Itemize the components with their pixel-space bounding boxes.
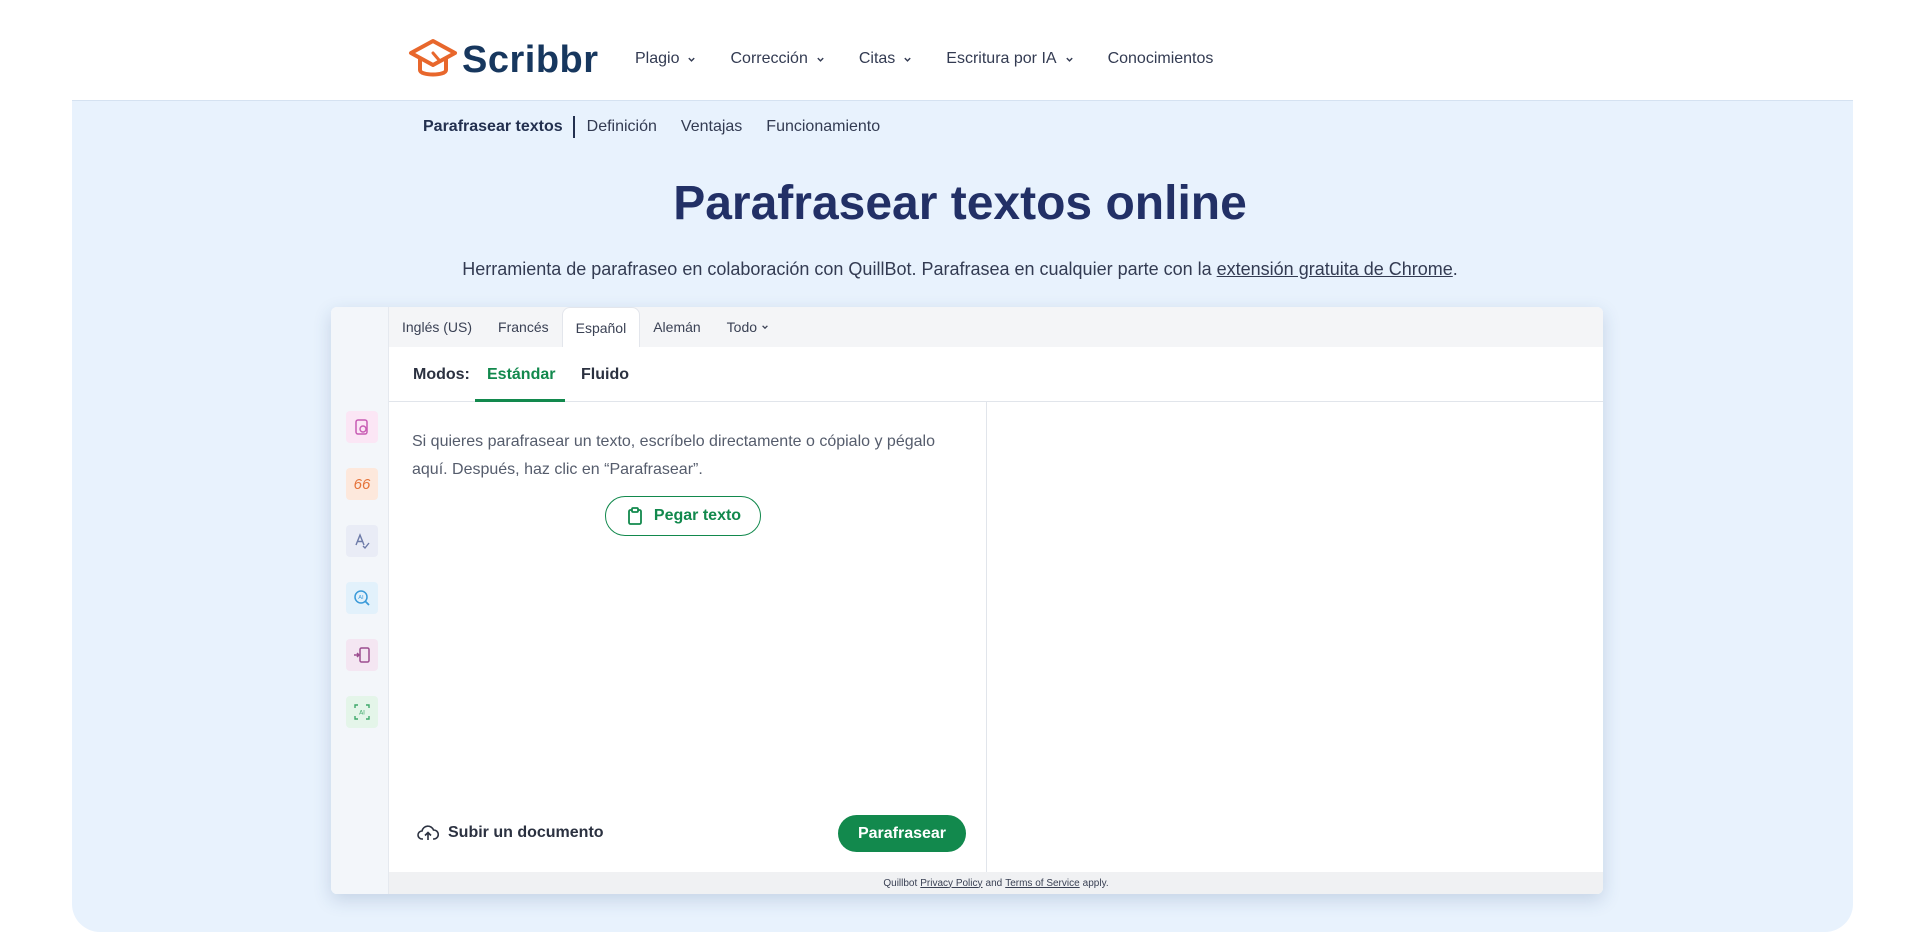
nav-item-plagio[interactable]: Plagio	[635, 50, 696, 68]
paraphraser-icon	[355, 419, 368, 435]
chevron-down-icon	[904, 57, 912, 62]
footer-suffix: apply.	[1082, 877, 1109, 889]
tab-todo-dropdown[interactable]: Todo	[714, 307, 782, 347]
translator-icon[interactable]	[346, 639, 378, 671]
paste-text-button[interactable]: Pegar texto	[605, 496, 761, 536]
paraphraser-tool: 66 AI AI Inglés (US) Francés Español Ale…	[331, 307, 1603, 894]
mode-fluido[interactable]: Fluido	[581, 366, 629, 384]
subtitle-text: Herramienta de parafraseo en colaboració…	[462, 259, 1217, 279]
subnav-separator	[572, 116, 575, 138]
subnav-item-funcionamiento[interactable]: Funcionamiento	[766, 118, 880, 136]
subtitle-suffix: .	[1452, 259, 1458, 279]
grammar-icon	[355, 533, 370, 550]
quote-icon[interactable]: 66	[346, 468, 378, 500]
tab-aleman[interactable]: Alemán	[640, 307, 713, 347]
nav-item-label: Corrección	[730, 50, 808, 67]
tab-frances[interactable]: Francés	[485, 307, 562, 347]
scribbr-logo[interactable]: Scribbr	[408, 38, 599, 82]
top-navigation: Scribbr Plagio Corrección Citas Escritur…	[0, 0, 1920, 100]
paraphrase-button[interactable]: Parafrasear	[838, 815, 966, 852]
translator-icon	[354, 647, 370, 663]
terms-of-service-link[interactable]: Terms of Service	[1005, 878, 1079, 889]
sub-navigation: Parafrasear textos Definición Ventajas F…	[423, 116, 904, 138]
clipboard-icon	[628, 507, 642, 525]
page-title: Parafrasear textos online	[673, 177, 1247, 230]
nav-item-label: Conocimientos	[1107, 50, 1214, 67]
graduation-cap-logo-icon	[409, 39, 457, 77]
nav-item-label: Escritura por IA	[946, 50, 1057, 67]
tab-label: Todo	[726, 319, 758, 335]
paraphrase-button-label: Parafrasear	[857, 824, 947, 842]
tab-label: Francés	[498, 319, 549, 335]
privacy-policy-link[interactable]: Privacy Policy	[920, 878, 982, 889]
modes-label: Modos:	[413, 366, 470, 383]
input-placeholder: Si quieres parafrasear un texto, escríbe…	[412, 433, 935, 478]
ai-detector-icon: AI	[354, 590, 370, 606]
subnav-item-definicion[interactable]: Definición	[587, 118, 657, 136]
chevron-down-icon	[762, 325, 768, 330]
nav-item-conocimientos[interactable]: Conocimientos	[1108, 50, 1214, 68]
quote-icon-label: 66	[353, 475, 371, 493]
chevron-down-icon	[817, 57, 824, 62]
output-pane	[988, 402, 1603, 872]
tab-label: Alemán	[653, 319, 701, 335]
divider	[72, 100, 1853, 101]
tool-footer: Quillbot Privacy Policy and Terms of Ser…	[389, 872, 1603, 894]
svg-text:AI: AI	[358, 595, 364, 601]
brand-name: Scribbr	[462, 38, 599, 81]
nav-item-escritura-ia[interactable]: Escritura por IA	[946, 50, 1073, 68]
upload-document-button[interactable]: Subir un documento	[417, 822, 604, 844]
ai-humanizer-icon[interactable]: AI	[346, 696, 378, 728]
tab-espanol[interactable]: Español	[561, 307, 641, 347]
chrome-extension-link[interactable]: extensión gratuita de Chrome	[1217, 259, 1453, 279]
cloud-upload-icon	[417, 825, 439, 840]
paste-text-label: Pegar texto	[653, 507, 742, 524]
tool-sidebar: 66 AI AI	[331, 307, 389, 894]
footer-prefix: Quillbot	[883, 877, 918, 889]
nav-item-citas[interactable]: Citas	[859, 50, 912, 68]
nav-item-label: Plagio	[635, 50, 680, 67]
page-subtitle: Herramienta de parafraseo en colaboració…	[0, 259, 1920, 280]
tab-label: Español	[575, 319, 627, 336]
subnav-active-item[interactable]: Parafrasear textos	[423, 118, 563, 136]
chevron-down-icon	[1065, 57, 1073, 62]
ai-humanizer-icon: AI	[354, 704, 370, 720]
paraphraser-icon[interactable]	[346, 411, 378, 443]
main-nav: Plagio Corrección Citas Escritura por IA…	[635, 50, 1247, 68]
tab-label: Inglés (US)	[402, 319, 473, 335]
upload-document-label: Subir un documento	[448, 824, 604, 841]
grammar-icon[interactable]	[346, 525, 378, 557]
ai-detector-icon[interactable]: AI	[346, 582, 378, 614]
language-tabs: Inglés (US) Francés Español Alemán Todo	[389, 307, 1603, 347]
input-pane[interactable]: Si quieres parafrasear un texto, escríbe…	[389, 402, 987, 872]
footer-and: and	[985, 877, 1003, 889]
subnav-item-ventajas[interactable]: Ventajas	[681, 118, 742, 136]
nav-item-label: Citas	[858, 50, 896, 67]
modes-bar: Modos: Estándar Fluido	[389, 347, 1603, 402]
mode-estandar[interactable]: Estándar	[487, 366, 555, 384]
nav-item-correccion[interactable]: Corrección	[730, 50, 824, 68]
svg-text:AI: AI	[359, 710, 365, 717]
tab-ingles[interactable]: Inglés (US)	[389, 307, 485, 347]
chevron-down-icon	[688, 57, 696, 62]
